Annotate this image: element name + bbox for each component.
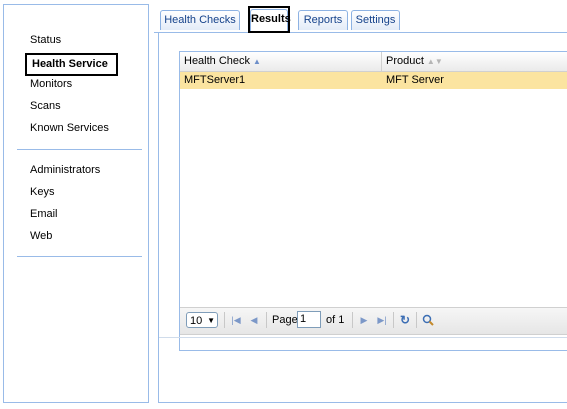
page-number-input[interactable]: 1 [297, 311, 321, 328]
left-nav-panel: Status Health Service Monitors Scans Kno… [3, 4, 149, 403]
toolbar-divider [352, 312, 353, 328]
sort-icon: ▲▼ [426, 57, 443, 66]
nav-item-web[interactable]: Web [30, 230, 52, 242]
toolbar-divider [266, 312, 267, 328]
first-page-icon[interactable]: |◀ [228, 312, 244, 328]
nav-item-monitors[interactable]: Monitors [30, 78, 72, 90]
nav-item-email[interactable]: Email [30, 208, 58, 220]
table-row[interactable]: MFTServer1 MFT Server [180, 72, 567, 89]
tab-health-checks[interactable]: Health Checks [160, 10, 240, 30]
nav-divider [17, 256, 142, 257]
paging-toolbar: 10 ▼ |◀ ◀ Page 1 of 1 ▶ ▶| ↻ [180, 307, 567, 335]
tab-reports[interactable]: Reports [298, 10, 348, 30]
tab-bar: Health Checks Results Reports Settings [154, 0, 567, 33]
tab-settings[interactable]: Settings [351, 10, 400, 30]
page-size-value: 10 [190, 315, 203, 327]
column-header-health-check[interactable]: Health Check ▲ [180, 52, 382, 71]
grid-header: Health Check ▲ Product ▲▼ [180, 52, 567, 72]
chevron-down-icon: ▼ [207, 316, 215, 325]
cell-health-check: MFTServer1 [184, 74, 246, 86]
sort-ascending-icon: ▲ [253, 57, 261, 66]
column-header-label: Health Check [184, 55, 251, 67]
page-count-label: of 1 [326, 314, 345, 326]
column-header-product[interactable]: Product ▲▼ [382, 52, 567, 71]
nav-item-keys[interactable]: Keys [30, 186, 54, 198]
results-content: Health Check ▲ Product ▲▼ MFTServer1 MFT S… [158, 33, 567, 403]
toolbar-divider [224, 312, 225, 328]
content-divider [159, 337, 567, 338]
nav-item-scans[interactable]: Scans [30, 100, 61, 112]
nav-item-health-service[interactable]: Health Service [25, 53, 118, 76]
last-page-icon[interactable]: ▶| [374, 312, 390, 328]
main-panel: Health Checks Results Reports Settings H… [154, 0, 567, 409]
nav-item-known-services[interactable]: Known Services [30, 122, 109, 134]
cell-product: MFT Server [386, 74, 444, 86]
prev-page-icon[interactable]: ◀ [246, 312, 262, 328]
column-header-label: Product [386, 55, 424, 67]
nav-item-status[interactable]: Status [30, 34, 61, 46]
refresh-icon[interactable]: ↻ [397, 312, 413, 328]
page-size-select[interactable]: 10 ▼ [186, 312, 218, 328]
toolbar-divider [416, 312, 417, 328]
page-label: Page [272, 314, 298, 326]
nav-item-administrators[interactable]: Administrators [30, 164, 100, 176]
zoom-search-icon[interactable] [420, 312, 436, 328]
toolbar-divider [393, 312, 394, 328]
next-page-icon[interactable]: ▶ [356, 312, 372, 328]
results-grid: Health Check ▲ Product ▲▼ MFTServer1 MFT S… [179, 51, 567, 351]
tab-results[interactable]: Results [250, 9, 291, 32]
nav-divider [17, 149, 142, 150]
